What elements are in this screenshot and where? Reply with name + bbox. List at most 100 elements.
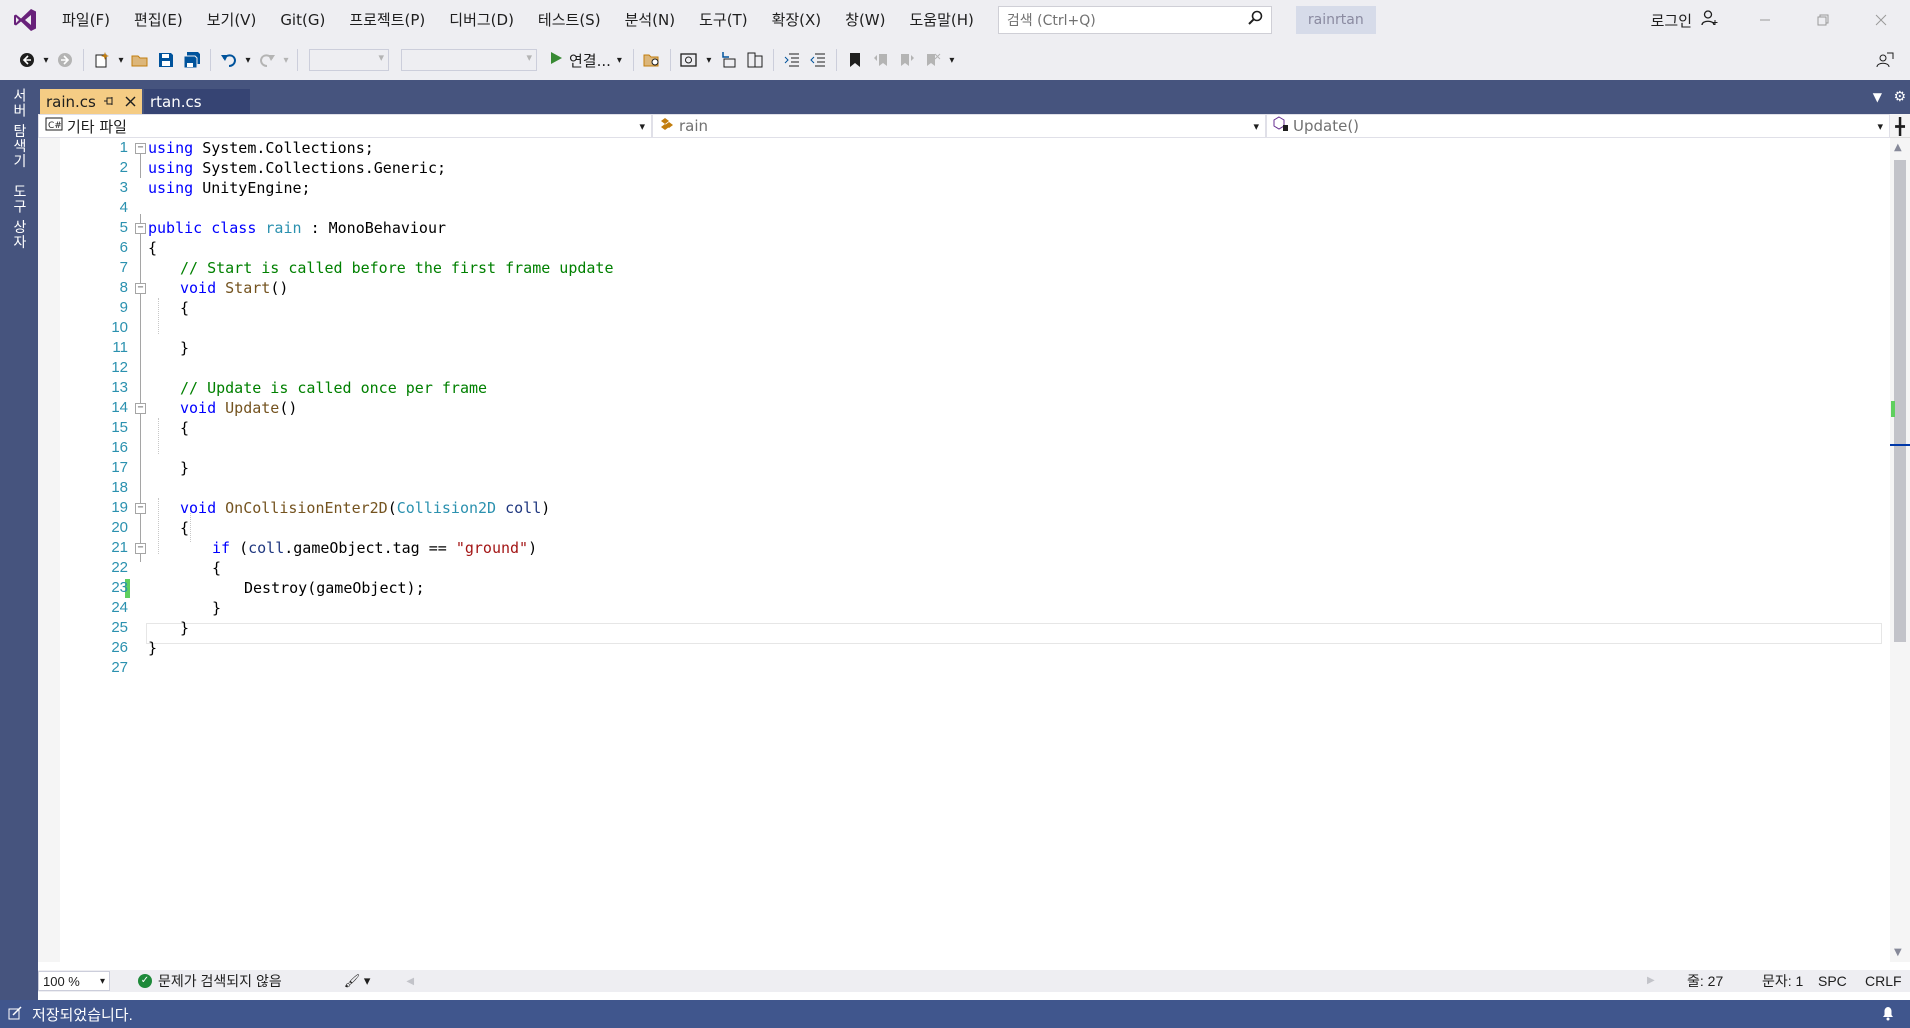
close-tab-icon[interactable]: [125, 93, 136, 111]
menu-window[interactable]: 창(W): [833, 0, 897, 40]
toolbox-tab[interactable]: 도구 상자: [9, 184, 29, 249]
menu-help[interactable]: 도움말(H): [898, 0, 986, 40]
run-dropdown-icon[interactable]: ▾: [617, 55, 622, 66]
next-bookmark-icon[interactable]: [894, 47, 920, 73]
line-number: 24: [111, 599, 128, 616]
collapse-icon[interactable]: −: [135, 143, 146, 154]
notification-bell-icon[interactable]: [1880, 1005, 1896, 1025]
save-icon[interactable]: [153, 47, 179, 73]
code-text: using System.Collections.Generic;: [148, 158, 446, 178]
collapse-icon[interactable]: −: [135, 223, 146, 234]
member-select[interactable]: Update() ▾: [1266, 114, 1890, 138]
menu-edit[interactable]: 편집(E): [122, 0, 195, 40]
vertical-scrollbar[interactable]: ▲ ▼: [1890, 138, 1910, 962]
solution-explorer-icon[interactable]: [742, 47, 768, 73]
code-text: {: [180, 299, 190, 317]
solution-name-badge[interactable]: rainrtan: [1295, 6, 1376, 34]
toolbar-separator: [669, 49, 671, 71]
visual-studio-logo-icon[interactable]: [0, 0, 50, 40]
live-share-icon[interactable]: [1872, 47, 1898, 73]
redo-dropdown-icon[interactable]: ▾: [280, 47, 292, 73]
scroll-up-icon[interactable]: ▲: [1894, 142, 1902, 153]
save-all-icon[interactable]: [179, 47, 205, 73]
status-bar: 저장되었습니다.: [0, 1000, 1910, 1028]
zoom-select[interactable]: 100 % ▾: [38, 971, 110, 991]
code-text: }: [148, 639, 158, 657]
find-in-files-icon[interactable]: [639, 47, 665, 73]
back-dropdown-icon[interactable]: ▾: [40, 47, 52, 73]
tab-label: rain.cs: [46, 92, 96, 111]
menu-view[interactable]: 보기(V): [195, 0, 269, 40]
minimize-button[interactable]: [1736, 0, 1794, 40]
menu-project[interactable]: 프로젝트(P): [337, 0, 437, 40]
new-dropdown-icon[interactable]: ▾: [115, 47, 127, 73]
line-number: 13: [111, 379, 128, 396]
char-indicator[interactable]: 문자: 1: [1762, 970, 1803, 992]
configuration-select[interactable]: [309, 49, 389, 71]
line-number: 26: [111, 639, 128, 656]
undo-dropdown-icon[interactable]: ▾: [242, 47, 254, 73]
menu-debug[interactable]: 디버그(D): [437, 0, 526, 40]
browser-icon[interactable]: [676, 47, 702, 73]
menu-test[interactable]: 테스트(S): [526, 0, 613, 40]
line-ending-indicator[interactable]: CRLF: [1865, 970, 1902, 992]
browser-dropdown-icon[interactable]: ▾: [702, 47, 716, 73]
code-text: public class rain : MonoBehaviour: [148, 218, 446, 238]
menu-extensions[interactable]: 확장(X): [760, 0, 834, 40]
code-line: 1 − using System.Collections;: [38, 138, 1890, 158]
gear-icon[interactable]: ⚙: [1893, 89, 1906, 105]
whitespace-indicator[interactable]: SPC: [1818, 970, 1847, 992]
tab-rtan-cs[interactable]: rtan.cs: [144, 89, 250, 114]
scroll-right-icon[interactable]: ▶: [1647, 970, 1655, 992]
platform-select[interactable]: [401, 49, 537, 71]
menu-file[interactable]: 파일(F): [50, 0, 122, 40]
status-message: 저장되었습니다.: [32, 1006, 133, 1024]
search-input[interactable]: 검색 (Ctrl+Q): [997, 6, 1272, 34]
clear-bookmarks-icon[interactable]: [920, 47, 946, 73]
code-editor[interactable]: 1 − using System.Collections; 2 using Sy…: [38, 138, 1890, 962]
new-project-icon[interactable]: [89, 47, 115, 73]
pin-icon[interactable]: [103, 93, 115, 111]
menu-git[interactable]: Git(G): [268, 0, 337, 40]
close-window-button[interactable]: [1852, 0, 1910, 40]
navigate-back-icon[interactable]: [14, 47, 40, 73]
collapse-icon[interactable]: −: [135, 503, 146, 514]
parameter: coll: [505, 499, 542, 517]
menu-tools[interactable]: 도구(T): [687, 0, 759, 40]
decrease-indent-icon[interactable]: [779, 47, 805, 73]
redo-icon[interactable]: [254, 47, 280, 73]
server-explorer-tab[interactable]: 서버 탐색기: [9, 88, 29, 168]
collapse-icon[interactable]: −: [135, 543, 146, 554]
keyword: class: [211, 219, 257, 237]
login-button[interactable]: 로그인: [1651, 0, 1718, 40]
previous-bookmark-icon[interactable]: [868, 47, 894, 73]
issues-indicator[interactable]: ✓ 문제가 검색되지 않음: [138, 971, 282, 991]
scrollbar-thumb[interactable]: [1894, 160, 1906, 642]
open-file-icon[interactable]: [127, 47, 153, 73]
increase-indent-icon[interactable]: [805, 47, 831, 73]
navigate-forward-icon[interactable]: [52, 47, 78, 73]
toolbar-separator: [297, 49, 298, 71]
menu-analyze[interactable]: 분석(N): [613, 0, 688, 40]
project-select[interactable]: C# 기타 파일 ▾: [38, 114, 652, 138]
line-indicator[interactable]: 줄: 27: [1687, 970, 1723, 992]
tab-list-dropdown-icon[interactable]: ▼: [1873, 90, 1882, 104]
step-into-icon[interactable]: [716, 47, 742, 73]
bookmark-icon[interactable]: [842, 47, 868, 73]
split-window-icon[interactable]: ╋: [1890, 114, 1910, 138]
line-number: 3: [119, 179, 128, 196]
scroll-down-icon[interactable]: ▼: [1894, 947, 1902, 958]
code-line: 23 Destroy(gameObject);: [38, 578, 1890, 598]
run-label: 연결...: [569, 51, 611, 70]
undo-icon[interactable]: [216, 47, 242, 73]
start-debugging-button[interactable]: 연결... ▾: [543, 50, 628, 71]
scroll-left-icon[interactable]: ◀: [406, 976, 414, 987]
tab-rain-cs[interactable]: rain.cs: [40, 89, 142, 114]
class-select[interactable]: rain ▾: [652, 114, 1266, 138]
code-cleanup-icon[interactable]: 🖌 ▾: [344, 973, 371, 989]
restore-button[interactable]: [1794, 0, 1852, 40]
code-line: 11 }: [38, 338, 1890, 358]
collapse-icon[interactable]: −: [135, 283, 146, 294]
toolbar-overflow-icon[interactable]: ▾: [946, 47, 958, 73]
collapse-icon[interactable]: −: [135, 403, 146, 414]
